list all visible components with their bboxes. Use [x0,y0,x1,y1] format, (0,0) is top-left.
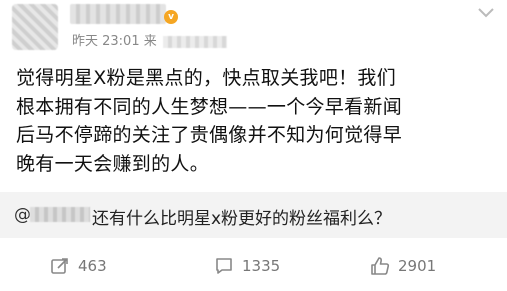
mention-username-blurred[interactable] [30,207,90,222]
post-source-blurred [162,35,227,48]
post-body-line: 根本拥有不同的人生梦想——一个今早看新闻 [16,95,403,118]
post-body-line: 觉得明星X粉是黑点的，快点取关我吧！我们 [16,67,397,89]
post-body-line: 晚有一天会赚到的人。 [16,152,210,175]
quoted-comment[interactable]: @ 还有什么比明星x粉更好的粉丝福利么？ [0,192,507,238]
like-button[interactable]: 2901 [370,252,436,280]
comment-icon [216,258,232,274]
post-time: 昨天 23:01 [72,34,140,49]
post-meta: 昨天 23:01 来 [72,30,227,49]
comment-count: 1335 [242,257,281,275]
repost-count: 463 [78,257,107,275]
username-blurred[interactable] [70,4,166,24]
post-body: 觉得明星X粉是黑点的，快点取关我吧！我们 根本拥有不同的人生梦想——一个今早看新… [16,64,496,178]
post-body-line: 后马不停蹄的关注了贵偶像并不知为何觉得早 [16,124,403,146]
repost-button[interactable]: 463 [50,252,107,280]
chevron-down-icon[interactable] [476,6,496,20]
edit-share-icon [51,258,68,274]
quoted-comment-text: 还有什么比明星x粉更好的粉丝福利么？ [92,209,392,229]
mention-at: @ [14,205,31,225]
comment-button[interactable]: 1335 [214,252,280,280]
verified-badge: v [164,10,178,24]
like-count: 2901 [398,257,437,275]
post-source-prefix: 来 [143,34,157,49]
weibo-post-card: v 昨天 23:01 来 觉得明星X粉是黑点的，快点取关我吧！我们 根本拥有不同… [0,0,507,291]
thumbs-up-icon [371,257,390,275]
action-bar: 463 1335 2901 [0,246,507,286]
avatar[interactable] [12,4,58,50]
